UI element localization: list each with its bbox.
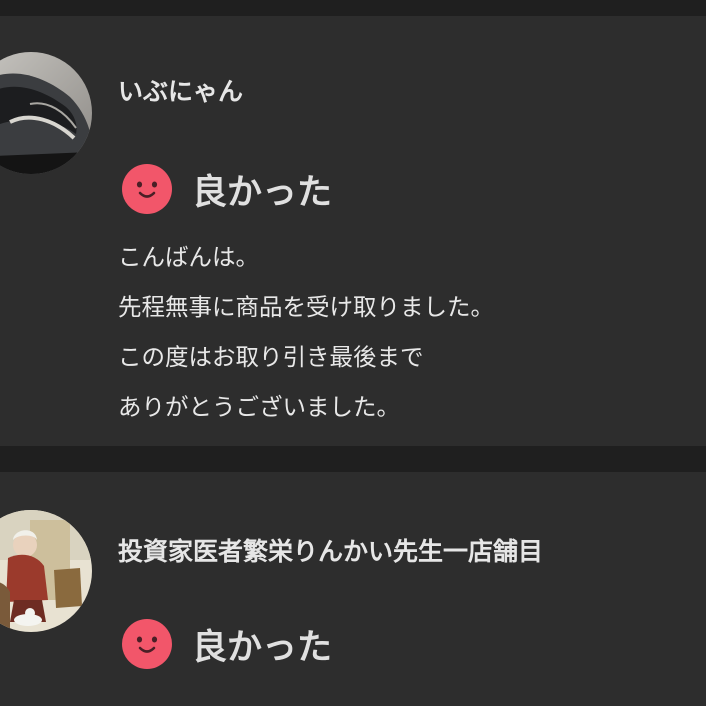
- reviewer-avatar[interactable]: [0, 510, 92, 632]
- rating-label: 良かった: [192, 627, 333, 668]
- avatar-photo: [0, 510, 92, 632]
- reviewer-name[interactable]: いぶにゃん: [118, 72, 243, 108]
- review-list-page: いぶにゃん 良かった こんばんは。 先程無事に商品を受け取りました。 この度はお…: [0, 0, 706, 706]
- comment-line: ありがとうございました。: [118, 393, 400, 421]
- smile-icon: [122, 619, 172, 669]
- review-card: いぶにゃん 良かった こんばんは。 先程無事に商品を受け取りました。 この度はお…: [0, 16, 706, 446]
- rating-label: 良かった: [192, 172, 333, 213]
- reviewer-name[interactable]: 投資家医者繁栄りんかい先生一店舗目: [118, 532, 543, 568]
- comment-line: 先程無事に商品を受け取りました。: [118, 293, 494, 321]
- review-card: 投資家医者繁栄りんかい先生一店舗目 良かった: [0, 472, 706, 706]
- reviewer-avatar[interactable]: [0, 52, 92, 174]
- comment-line: こんばんは。: [118, 243, 259, 271]
- avatar-photo: [0, 52, 92, 174]
- rating-row: 良かった: [122, 162, 332, 216]
- smile-icon: [122, 164, 172, 214]
- review-comment: こんばんは。 先程無事に商品を受け取りました。 この度はお取り引き最後まで あり…: [118, 232, 688, 432]
- rating-row: 良かった: [122, 617, 332, 671]
- comment-line: この度はお取り引き最後まで: [118, 343, 424, 371]
